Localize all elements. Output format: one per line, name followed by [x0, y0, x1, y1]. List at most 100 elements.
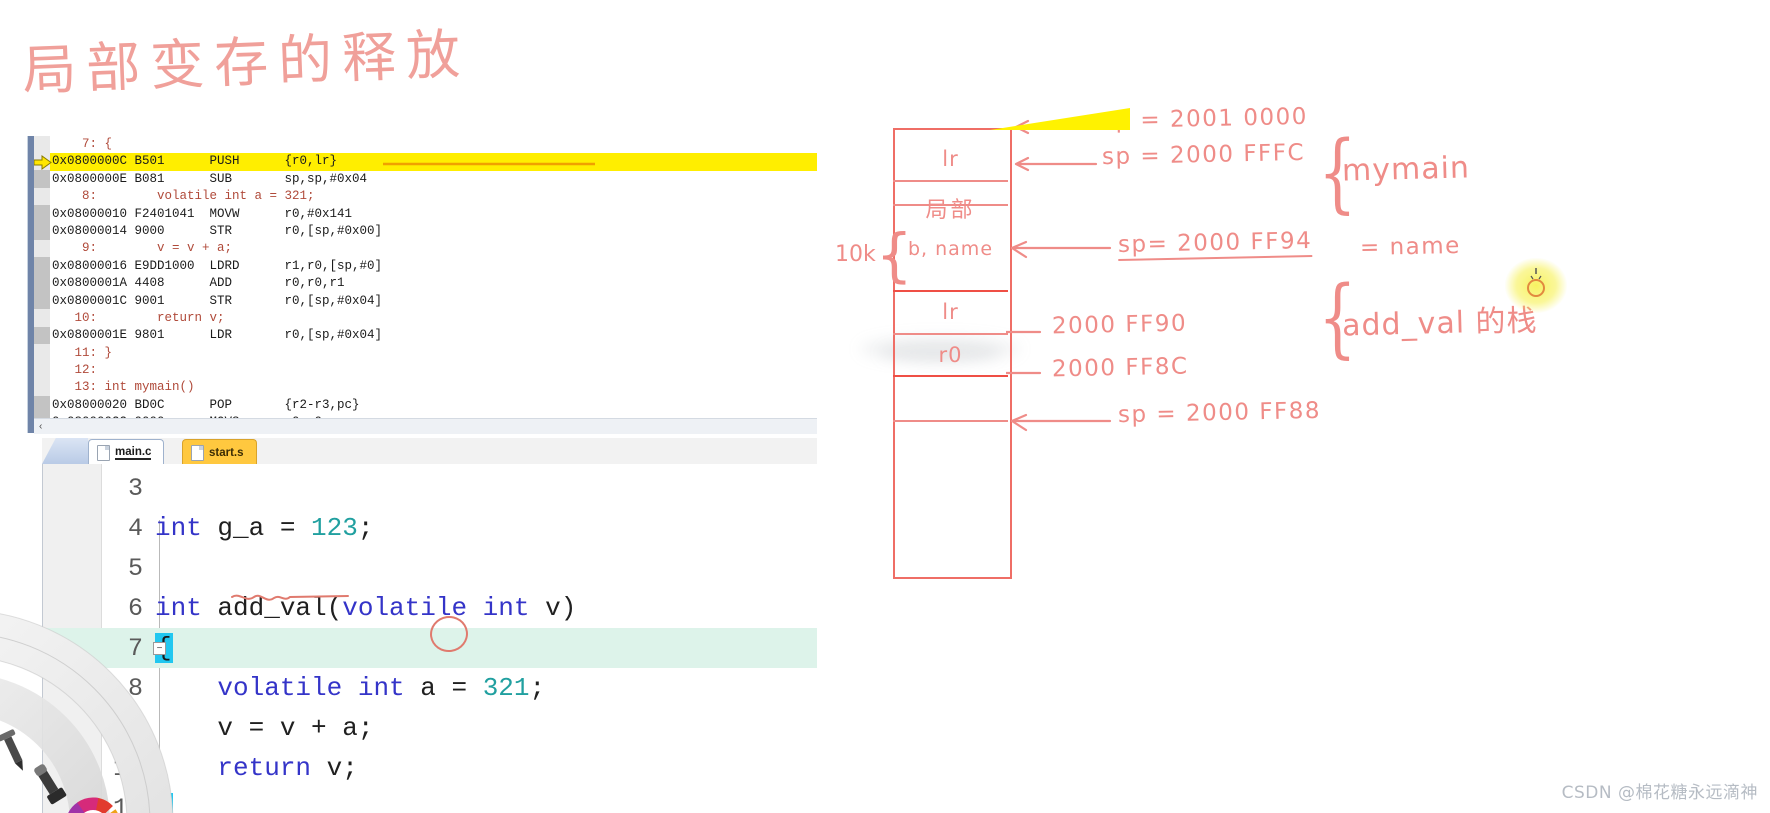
editor-tab-bar: main.c start.s: [42, 438, 817, 465]
stack-cell-label: 局部: [925, 198, 976, 223]
breakpoint-gutter-cell[interactable]: [34, 222, 50, 241]
handwritten-title: 局部变存的释放: [21, 22, 472, 103]
disassembly-instruction-row[interactable]: 0x08000016 E9DD1000 LDRD r1,r0,[sp,#0]: [34, 257, 817, 276]
breakpoint-gutter-cell[interactable]: [34, 257, 50, 276]
disassembly-source-line[interactable]: 7: {: [34, 136, 817, 154]
stack-pointer-arrow: [1014, 156, 1098, 172]
disassembly-line-text: 0x08000020 BD0C POP {r2-r3,pc}: [52, 397, 360, 412]
code-line[interactable]: 8 volatile int a = 321;: [43, 668, 817, 708]
stack-pointer-arrow: [1010, 240, 1112, 259]
ide-window: 7: {0x0800000C B501 PUSH {r0,lr} 0x080000…: [27, 136, 817, 813]
code-token: volatile int: [342, 593, 546, 623]
program-counter-arrow-icon: [34, 155, 52, 170]
code-line[interactable]: 10 return v;: [43, 748, 817, 788]
stack-separator: [893, 375, 1008, 377]
code-text-area[interactable]: 3 4 int g_a = 123; 5 6 int add_val(volatile i…: [42, 464, 817, 813]
disassembly-line-text: 8: volatile int a = 321;: [52, 189, 315, 204]
disassembly-horizontal-scrollbar[interactable]: ‹: [34, 418, 817, 434]
screen-capture-root: 局部变存的释放 7: {0x0800000C B501 PUSH {r0,lr}…: [0, 0, 1770, 813]
code-token: a =: [420, 673, 483, 703]
code-line[interactable]: 5: [43, 548, 817, 588]
code-line[interactable]: 6 int add_val(volatile int v): [43, 588, 817, 628]
breakpoint-gutter-cell[interactable]: [34, 361, 50, 380]
disassembly-line-text: 12:: [52, 363, 98, 378]
line-number: 9: [127, 713, 143, 743]
code-line-text: }: [155, 793, 173, 813]
disassembly-instruction-row[interactable]: 0x08000010 F2401041 MOVW r0,#0x141: [34, 205, 817, 224]
code-line-text: int add_val(volatile int v): [155, 593, 576, 623]
annotation-cursor-ring-icon: [1527, 268, 1545, 297]
disassembly-instruction-row[interactable]: 0x0800001E 9801 LDR r0,[sp,#0x04]: [34, 326, 817, 346]
disassembly-line-text: 0x08000010 F2401041 MOVW r0,#0x141: [52, 206, 353, 221]
disassembly-source-line[interactable]: 11: }: [34, 344, 817, 363]
breakpoint-gutter-cell[interactable]: [34, 187, 50, 207]
disassembly-instruction-row[interactable]: 0x0800001C 9001 STR r0,[sp,#0x04]: [34, 292, 817, 311]
breakpoint-gutter-cell[interactable]: [34, 292, 50, 311]
line-number: 7: [127, 633, 143, 663]
code-token: return: [217, 753, 312, 783]
stack-cell-label: lr: [942, 300, 959, 324]
tab-label: main.c: [115, 445, 152, 460]
scroll-left-icon[interactable]: ‹: [34, 421, 42, 432]
spacer: [1002, 374, 1003, 375]
code-token: int: [155, 593, 218, 623]
stack-separator: [893, 290, 1008, 292]
breakpoint-gutter-cell[interactable]: [34, 396, 50, 415]
csdn-watermark: CSDN @棉花糖永远滴神: [1561, 783, 1758, 803]
disassembly-source-line[interactable]: 13: int mymain(): [34, 378, 817, 398]
breakpoint-gutter-cell[interactable]: [34, 326, 50, 346]
code-line-text: volatile int a = 321;: [155, 673, 545, 703]
disassembly-instruction-row[interactable]: 0x08000020 BD0C POP {r2-r3,pc}: [34, 396, 817, 415]
disassembly-source-line[interactable]: 9: v = v + a;: [34, 239, 817, 259]
breakpoint-gutter-cell[interactable]: [34, 378, 50, 398]
code-token: ;: [357, 513, 374, 543]
breakpoint-gutter-cell[interactable]: [34, 136, 50, 154]
highlight-underline-stroke: [383, 162, 595, 166]
stack-address-annotation: sp = 2001 0000: [1101, 103, 1309, 135]
breakpoint-gutter-cell[interactable]: [34, 205, 50, 224]
disassembly-line-text: 0x0800001C 9001 STR r0,[sp,#0x04]: [52, 293, 383, 308]
tab-main-c[interactable]: main.c: [88, 439, 165, 465]
handwritten-squiggle-annotation: [231, 594, 349, 601]
breakpoint-gutter-cell[interactable]: [34, 344, 50, 363]
fold-toggle-button[interactable]: −: [153, 642, 166, 655]
stack-separator: [893, 180, 1008, 182]
stack-address-annotation: sp= 2000 FF94: [1117, 227, 1313, 262]
code-line-text: return v;: [155, 753, 357, 783]
line-number: 4: [127, 513, 143, 543]
code-line[interactable]: 11}: [43, 788, 817, 813]
disassembly-instruction-row[interactable]: 0x08000014 9000 STR r0,[sp,#0x00]: [34, 222, 817, 241]
scope-label-addval: add_val 的栈: [1341, 303, 1539, 344]
breakpoint-gutter-cell[interactable]: [34, 239, 50, 259]
breakpoint-gutter-cell[interactable]: [34, 309, 50, 328]
code-line-text: v = v + a;: [155, 713, 373, 743]
disassembly-instruction-row[interactable]: 0x0800000E B081 SUB sp,sp,#0x04: [34, 170, 817, 189]
stack-address-annotation: sp = 2000 FFFC: [1101, 139, 1306, 171]
breakpoint-gutter-cell[interactable]: [34, 274, 50, 294]
stack-address-annotation: sp = 2000 FF88: [1117, 397, 1322, 429]
disassembly-line-text: 0x0800000C B501 PUSH {r0,lr}: [52, 154, 338, 169]
file-icon: [97, 444, 110, 461]
code-line[interactable]: 9 v = v + a;: [43, 708, 817, 748]
stack-tick-mark: [1006, 330, 1042, 334]
code-token: v = v + a;: [155, 713, 374, 743]
disassembly-source-line[interactable]: 10: return v;: [34, 309, 817, 328]
code-line-text: int g_a = 123;: [155, 513, 373, 543]
disassembly-source-line[interactable]: 12:: [34, 361, 817, 380]
breakpoint-gutter-cell[interactable]: [34, 170, 50, 189]
disassembly-line-text: 0x08000016 E9DD1000 LDRD r1,r0,[sp,#0]: [52, 258, 383, 273]
stack-address-annotation: 2000 FF90: [1051, 310, 1188, 340]
stack-cell-label: lr: [942, 147, 959, 171]
stack-cell-label: r0: [938, 343, 963, 367]
disassembly-source-line[interactable]: 8: volatile int a = 321;: [34, 187, 817, 207]
disassembly-pane[interactable]: 7: {0x0800000C B501 PUSH {r0,lr} 0x080000…: [27, 136, 817, 434]
disassembly-code-list[interactable]: 7: {0x0800000C B501 PUSH {r0,lr} 0x080000…: [34, 136, 817, 418]
code-line[interactable]: 3: [43, 468, 817, 508]
code-token: volatile int: [217, 673, 421, 703]
disassembly-instruction-row[interactable]: 0x0800001A 4408 ADD r0,r0,r1: [34, 274, 817, 294]
code-line[interactable]: 4 int g_a = 123;: [43, 508, 817, 548]
line-number: 10: [112, 753, 143, 783]
stack-pointer-arrow: [1010, 413, 1112, 432]
tab-start-s[interactable]: start.s: [182, 439, 257, 465]
